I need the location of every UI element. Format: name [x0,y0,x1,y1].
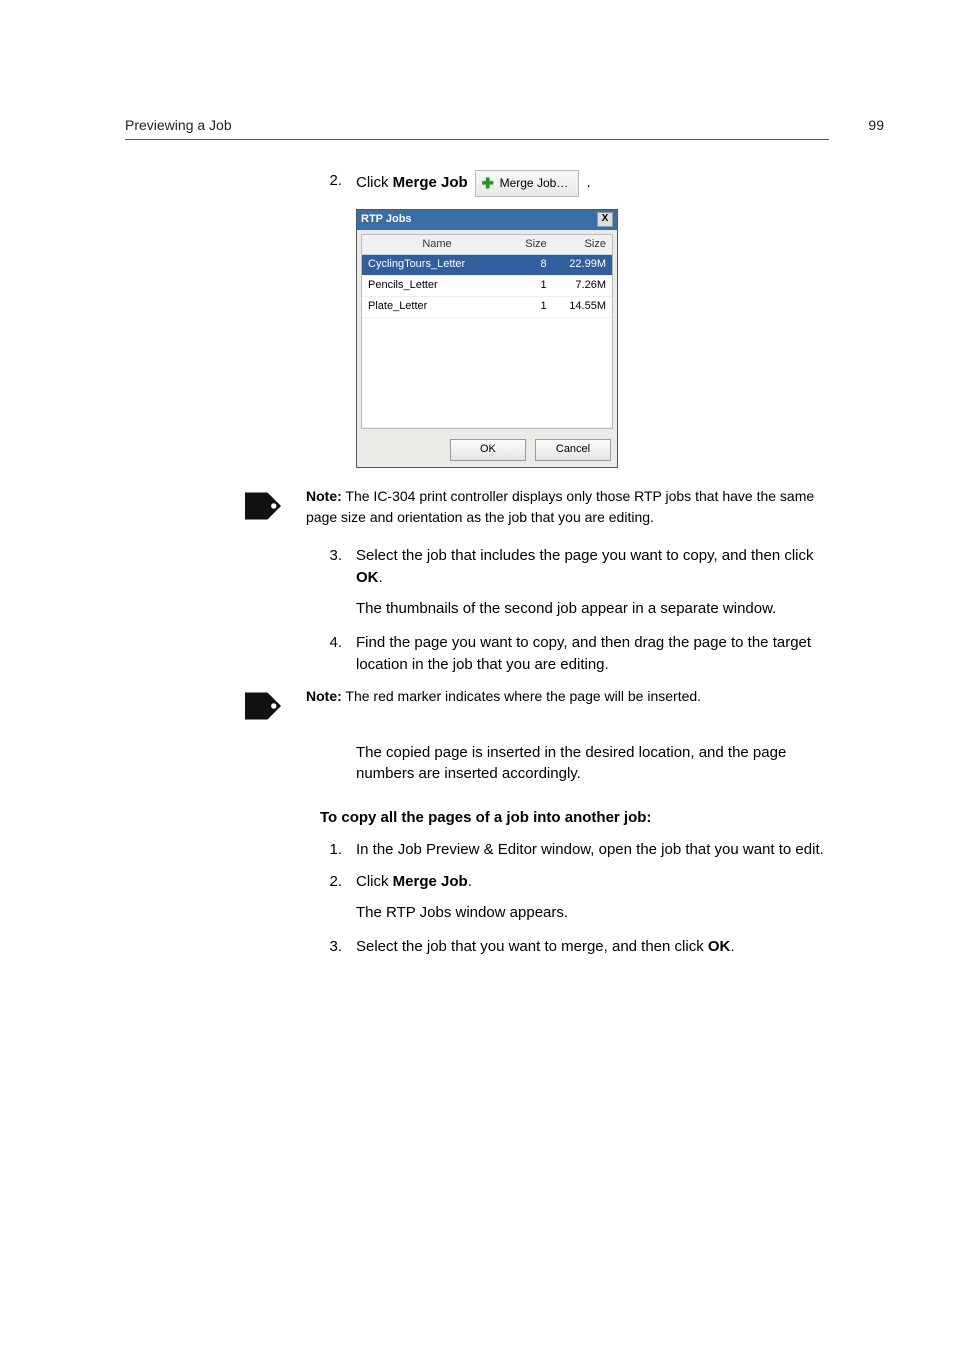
merge-job-button-label: Merge Job… [500,175,569,192]
cell-name: Pencils_Letter [362,276,512,297]
ok-bold: OK [356,569,379,586]
text: . [730,938,734,955]
table-empty-space [362,318,612,428]
plus-icon: ✚ [482,173,494,193]
rtp-jobs-table: Name Size Size CyclingTours_Letter 8 22.… [362,235,612,429]
ok-button[interactable]: OK [450,439,526,461]
step-text: Click Merge Job ✚ Merge Job… . [356,170,834,196]
step-number: 3. [320,545,342,589]
ok-bold: OK [708,938,731,955]
text: . [379,569,383,586]
merge-job-button[interactable]: ✚ Merge Job… [475,170,579,196]
note-icon [238,686,288,724]
page-number: 99 [868,115,884,135]
step-2: 2. Click Merge Job ✚ Merge Job… . [320,170,834,196]
note-label: Note: [306,488,342,504]
text: Click [356,873,393,890]
step-number: 3. [320,936,342,958]
note-block: Note: The IC-304 print controller displa… [320,486,834,527]
note-block: Note: The red marker indicates where the… [320,686,834,724]
note-text: The IC-304 print controller displays onl… [306,488,814,524]
text: Select the job that you want to merge, a… [356,938,708,955]
step-text: In the Job Preview & Editor window, open… [356,839,834,861]
header-rule [125,139,829,140]
cell-c2: 14.55M [553,297,612,318]
cell-name: Plate_Letter [362,297,512,318]
text: . [582,174,590,191]
table-row[interactable]: Pencils_Letter 1 7.26M [362,276,612,297]
step-4: 4. Find the page you want to copy, and t… [320,632,834,676]
step-text: Find the page you want to copy, and then… [356,632,834,676]
s2-step-2-followup: The RTP Jobs window appears. [356,902,834,924]
text: Click [356,174,393,191]
cancel-button[interactable]: Cancel [535,439,611,461]
note-text: The red marker indicates where the page … [345,688,701,704]
dialog-titlebar: RTP Jobs X [357,210,617,230]
step-number: 4. [320,632,342,676]
step-number: 2. [320,170,342,196]
cell-c1: 1 [512,276,553,297]
text: . [468,873,472,890]
cell-c1: 1 [512,297,553,318]
col-name[interactable]: Name [362,235,512,255]
s2-step-2: 2. Click Merge Job. [320,871,834,893]
merge-job-bold: Merge Job [393,174,468,191]
col-size2[interactable]: Size [553,235,612,255]
cell-c2: 22.99M [553,255,612,276]
table-row[interactable]: CyclingTours_Letter 8 22.99M [362,255,612,276]
cell-c1: 8 [512,255,553,276]
table-row[interactable]: Plate_Letter 1 14.55M [362,297,612,318]
col-size1[interactable]: Size [512,235,553,255]
cell-name: CyclingTours_Letter [362,255,512,276]
step-3: 3. Select the job that includes the page… [320,545,834,589]
dialog-title: RTP Jobs [361,212,412,228]
note-icon [238,486,288,527]
step-number: 2. [320,871,342,893]
close-icon[interactable]: X [597,212,613,227]
text: Select the job that includes the page yo… [356,547,814,564]
step-number: 1. [320,839,342,861]
s2-step-1: 1. In the Job Preview & Editor window, o… [320,839,834,861]
step-4-followup: The copied page is inserted in the desir… [356,742,834,786]
step-3-followup: The thumbnails of the second job appear … [356,598,834,620]
rtp-jobs-dialog: RTP Jobs X Name Size Size CyclingTours_L… [356,209,618,469]
s2-step-3: 3. Select the job that you want to merge… [320,936,834,958]
running-header: Previewing a Job [125,115,232,135]
merge-job-bold: Merge Job [393,873,468,890]
cell-c2: 7.26M [553,276,612,297]
subsection-heading: To copy all the pages of a job into anot… [320,807,834,829]
note-label: Note: [306,688,342,704]
